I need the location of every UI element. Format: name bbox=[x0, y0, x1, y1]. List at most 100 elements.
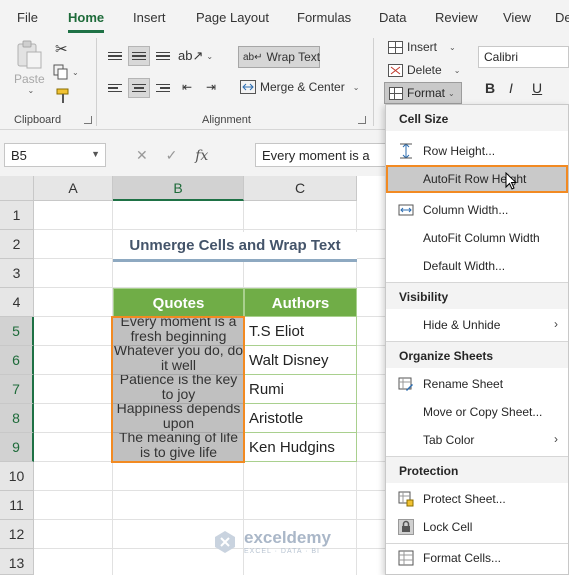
orientation-icon: ab↗ bbox=[178, 48, 204, 63]
tab-page-layout[interactable]: Page Layout bbox=[196, 10, 269, 25]
menu-item-protect-sheet[interactable]: Protect Sheet... bbox=[386, 485, 568, 513]
copy-button[interactable]: ⌄ bbox=[53, 64, 79, 80]
quote-cell[interactable]: Whatever you do, do it well bbox=[113, 346, 244, 375]
insert-cells-icon bbox=[388, 40, 403, 54]
merge-center-button[interactable]: Merge & Center ⌄ bbox=[240, 80, 359, 94]
chevron-down-icon[interactable]: ▼ bbox=[91, 149, 100, 159]
menu-item-label: Rename Sheet bbox=[423, 377, 504, 391]
author-cell[interactable]: T.S Eliot bbox=[244, 317, 357, 346]
row-header-7[interactable]: 7 bbox=[0, 375, 34, 404]
chevron-down-icon: ⌄ bbox=[352, 82, 360, 92]
tab-view[interactable]: View bbox=[503, 10, 531, 25]
insert-function-icon[interactable]: fx bbox=[195, 148, 208, 164]
wrap-text-button[interactable]: ab↵ Wrap Text bbox=[238, 46, 320, 68]
outdent-icon: ⇤ bbox=[182, 80, 193, 94]
menu-item-label: Column Width... bbox=[423, 203, 509, 217]
scissors-icon: ✂ bbox=[55, 41, 68, 58]
menu-item-format-cells[interactable]: Format Cells... bbox=[386, 544, 568, 572]
italic-button[interactable]: I bbox=[509, 80, 513, 96]
tab-developer[interactable]: De bbox=[555, 10, 569, 25]
menu-item-autofit-column-width[interactable]: AutoFit Column Width bbox=[386, 224, 568, 252]
row-header-6[interactable]: 6 bbox=[0, 346, 34, 375]
format-button[interactable]: Format ⌄ bbox=[384, 82, 462, 104]
quote-text: Patience is the key to joy bbox=[119, 375, 238, 402]
menu-item-column-width[interactable]: Column Width... bbox=[386, 196, 568, 224]
row-header-13[interactable]: 13 bbox=[0, 549, 34, 575]
menu-item-autofit-row-height[interactable]: AutoFit Row Height bbox=[386, 165, 568, 193]
quote-cell[interactable]: The meaning of life is to give life bbox=[113, 433, 244, 462]
row-header-11[interactable]: 11 bbox=[0, 491, 34, 520]
author-cell[interactable]: Rumi bbox=[244, 375, 357, 404]
author-cell[interactable]: Ken Hudgins bbox=[244, 433, 357, 462]
wrap-text-icon: ab↵ bbox=[243, 51, 263, 63]
quote-cell[interactable]: Every moment is a fresh beginning bbox=[113, 317, 244, 346]
watermark: exceldemy EXCEL · DATA · BI bbox=[212, 528, 331, 555]
bold-button[interactable]: B bbox=[485, 80, 495, 96]
select-all-corner[interactable] bbox=[0, 176, 34, 201]
tab-file[interactable]: File bbox=[17, 10, 38, 25]
align-right-button[interactable] bbox=[152, 78, 174, 98]
column-header-c[interactable]: C bbox=[244, 176, 357, 201]
align-left-button[interactable] bbox=[104, 78, 126, 98]
column-header-b[interactable]: B bbox=[113, 176, 244, 201]
row-header-2[interactable]: 2 bbox=[0, 230, 34, 259]
menu-item-label: Protect Sheet... bbox=[423, 492, 506, 506]
row-header-5[interactable]: 5 bbox=[0, 317, 34, 346]
author-cell[interactable]: Aristotle bbox=[244, 404, 357, 433]
menu-item-move-copy-sheet[interactable]: Move or Copy Sheet... bbox=[386, 398, 568, 426]
align-middle-button[interactable] bbox=[128, 46, 150, 66]
confirm-icon[interactable]: ✓ bbox=[166, 147, 178, 163]
format-painter-button[interactable] bbox=[55, 88, 71, 104]
tab-home[interactable]: Home bbox=[68, 10, 104, 25]
paste-button[interactable]: Paste ⌄ bbox=[14, 40, 45, 95]
chevron-down-icon: ⌄ bbox=[449, 42, 456, 52]
quotes-header-cell[interactable]: Quotes bbox=[113, 288, 244, 317]
chevron-down-icon: ⌄ bbox=[448, 88, 455, 98]
menu-item-lock-cell[interactable]: Lock Cell bbox=[386, 513, 568, 541]
tab-data[interactable]: Data bbox=[379, 10, 406, 25]
quote-cell[interactable]: Happiness depends upon bbox=[113, 404, 244, 433]
row-header-1[interactable]: 1 bbox=[0, 201, 34, 230]
decrease-indent-button[interactable]: ⇤ bbox=[182, 80, 192, 94]
paste-label: Paste bbox=[14, 72, 45, 86]
cancel-icon[interactable]: ✕ bbox=[136, 147, 148, 163]
clipboard-launcher-icon[interactable] bbox=[84, 116, 92, 124]
column-header-a[interactable]: A bbox=[34, 176, 113, 201]
underline-button[interactable]: U bbox=[532, 80, 542, 96]
menu-bar: File Home Insert Page Layout Formulas Da… bbox=[0, 0, 569, 34]
increase-indent-button[interactable]: ⇥ bbox=[206, 80, 216, 94]
menu-item-default-width[interactable]: Default Width... bbox=[386, 252, 568, 280]
row-header-3[interactable]: 3 bbox=[0, 259, 34, 288]
tab-review[interactable]: Review bbox=[435, 10, 478, 25]
row-header-10[interactable]: 10 bbox=[0, 462, 34, 491]
name-box[interactable]: B5 ▼ bbox=[4, 143, 106, 167]
author-cell[interactable]: Walt Disney bbox=[244, 346, 357, 375]
cut-button[interactable]: ✂ bbox=[55, 40, 68, 58]
row-header-12[interactable]: 12 bbox=[0, 520, 34, 549]
tab-insert[interactable]: Insert bbox=[133, 10, 166, 25]
row-header-8[interactable]: 8 bbox=[0, 404, 34, 433]
quote-cell[interactable]: Patience is the key to joy bbox=[113, 375, 244, 404]
menu-item-tab-color[interactable]: Tab Color › bbox=[386, 426, 568, 454]
menu-item-label: Row Height... bbox=[423, 144, 496, 158]
menu-item-row-height[interactable]: Row Height... bbox=[386, 137, 568, 165]
merge-icon bbox=[240, 80, 256, 94]
align-bottom-button[interactable] bbox=[152, 46, 174, 66]
row-header-9[interactable]: 9 bbox=[0, 433, 34, 462]
orientation-button[interactable]: ab↗ ⌄ bbox=[178, 48, 213, 64]
font-name-field[interactable]: Calibri bbox=[478, 46, 569, 68]
tab-formulas[interactable]: Formulas bbox=[297, 10, 351, 25]
lock-icon bbox=[398, 519, 414, 535]
authors-header-cell[interactable]: Authors bbox=[244, 288, 357, 317]
menu-item-hide-unhide[interactable]: Hide & Unhide › bbox=[386, 311, 568, 339]
align-center-button[interactable] bbox=[128, 78, 150, 98]
quote-text: Happiness depends upon bbox=[116, 404, 241, 431]
alignment-launcher-icon[interactable] bbox=[358, 116, 366, 124]
section-cell-size: Cell Size bbox=[386, 105, 568, 131]
row-header-4[interactable]: 4 bbox=[0, 288, 34, 317]
delete-cells-button[interactable]: Delete ⌄ bbox=[388, 63, 460, 77]
align-top-button[interactable] bbox=[104, 46, 126, 66]
insert-cells-button[interactable]: Insert ⌄ bbox=[388, 40, 456, 54]
menu-item-rename-sheet[interactable]: Rename Sheet bbox=[386, 370, 568, 398]
sheet-title[interactable]: Unmerge Cells and Wrap Text bbox=[113, 232, 357, 262]
